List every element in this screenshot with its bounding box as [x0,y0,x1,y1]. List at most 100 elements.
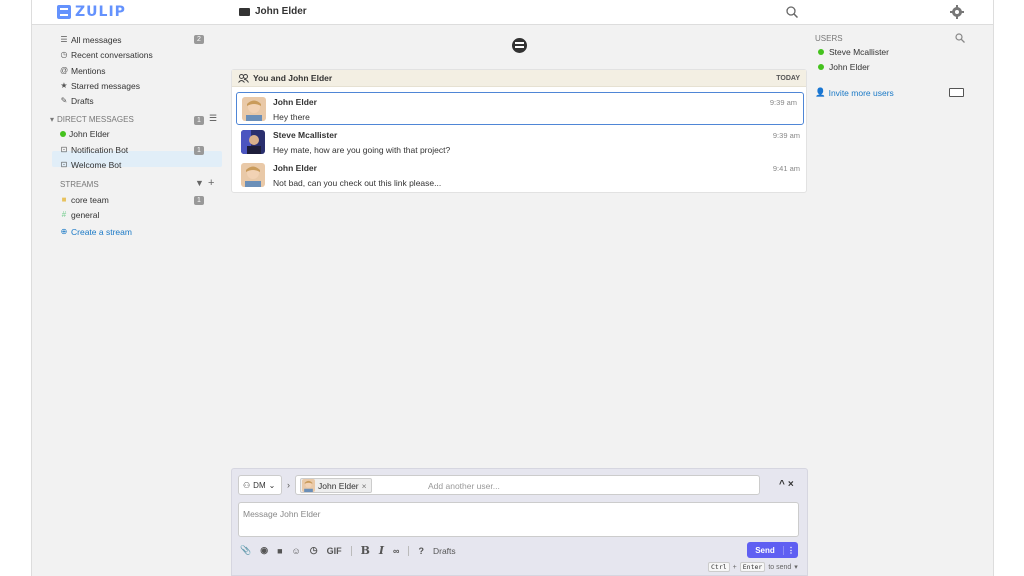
key-enter: Enter [739,562,766,572]
users-icon: ⚇ [243,480,251,490]
dm-label: Welcome Bot [71,160,122,170]
narrow-title: John Elder [239,6,307,17]
sender-name[interactable]: Steve Mcallister [273,130,337,140]
streams-header[interactable]: STREAMS [60,180,99,189]
help-icon[interactable]: ? [418,546,424,556]
invite-label: Invite more users [828,87,894,98]
close-icon[interactable]: × [788,479,797,490]
video-call-icon[interactable]: ■ [277,546,282,556]
compose-toolbar: 📎 ◉ ■ ☺ ◷ GIF B I ∞ ? Drafts [240,544,456,557]
nav-mentions[interactable]: @ Mentions [60,64,106,78]
recipient-field[interactable]: John Elder × Add another user... [295,475,760,495]
pill-label: John Elder [318,480,359,491]
compose-type-dropdown[interactable]: ⚇ DM ⌄ [238,475,282,495]
gear-icon[interactable] [950,5,964,19]
bold-icon[interactable]: B [361,544,370,557]
hint-text: to send [768,563,792,571]
compose-controls: ^× [779,479,797,490]
pencil-icon: ✎ [60,96,68,105]
nav-label: Mentions [71,66,106,76]
send-hint[interactable]: Ctrl + Enter to send ▾ [708,562,798,572]
create-stream-label: Create a stream [71,227,132,237]
create-stream-link[interactable]: ⊕ Create a stream [60,225,132,239]
clock-icon: ◷ [60,50,68,59]
dm-label: John Elder [69,129,110,139]
caret-down-icon: ▾ [50,115,55,124]
recipient-pill[interactable]: John Elder × [300,478,372,493]
all-messages-icon: ☰ [60,35,68,44]
dm-badge: 1 [194,146,204,155]
message-row[interactable]: John Elder Not bad, can you check out th… [232,159,806,192]
chevron-right-icon: › [287,480,290,490]
keyboard-shortcuts-icon[interactable] [949,88,964,97]
nav-label: All messages [71,35,122,45]
dm-label: Notification Bot [71,145,129,155]
divider [408,545,410,556]
nav-starred-messages[interactable]: ★ Starred messages [60,79,140,93]
at-icon: @ [60,66,69,75]
preview-icon[interactable]: ◉ [260,545,268,556]
add-user-input[interactable]: Add another user... [428,481,500,491]
message-placeholder: Message John Elder [243,509,321,519]
message-time[interactable]: 9:39 am [770,98,797,107]
user-search-icon[interactable] [955,33,965,43]
nav-label: Starred messages [71,81,140,91]
stream-general[interactable]: # general [60,208,100,222]
recipient-bar[interactable]: You and John Elder TODAY [232,70,806,87]
top-navbar: ZULIP John Elder [32,0,993,25]
stream-label: core team [71,195,109,205]
invite-users-link[interactable]: 👤 Invite more users [815,87,894,98]
nav-all-messages[interactable]: ☰ All messages [60,33,122,47]
message-row[interactable]: John Elder Hey there 9:39 am [236,92,804,125]
message-content: Hey there [273,112,310,122]
zulip-logo-icon [57,5,71,19]
nav-label: Drafts [71,96,94,106]
message-time[interactable]: 9:41 am [773,164,800,173]
filter-icon[interactable]: ▼ [195,178,204,188]
recent-topics-icon[interactable] [512,38,527,53]
emoji-icon[interactable]: ☺ [292,546,301,556]
nav-recent-conversations[interactable]: ◷ Recent conversations [60,48,153,62]
italic-icon[interactable]: I [379,544,384,557]
gif-button[interactable]: GIF [327,546,342,556]
user-list-item[interactable]: Steve Mcallister [818,47,889,57]
link-icon[interactable]: ∞ [393,546,399,556]
key-ctrl: Ctrl [708,562,730,572]
users-section-label: USERS [815,34,843,43]
message-time[interactable]: 9:39 am [773,131,800,140]
close-icon[interactable]: × [362,481,367,491]
dm-john-elder[interactable]: John Elder [60,127,110,141]
avatar[interactable] [242,97,266,121]
attach-file-icon[interactable]: 📎 [240,545,251,556]
avatar[interactable] [241,163,265,187]
send-button[interactable]: Send ⋮ [747,542,798,558]
bot-icon: ⊡ [60,160,68,169]
add-stream-icon[interactable]: + [208,177,214,189]
search-icon[interactable] [786,6,798,18]
dm-list-icon[interactable]: ☰ [209,113,217,124]
dm-section-header[interactable]: ▾ DIRECT MESSAGES [50,115,134,124]
expand-icon[interactable]: ^ [779,479,788,490]
drafts-button[interactable]: Drafts [433,546,456,556]
timestamp-icon[interactable]: ◷ [310,545,318,556]
dm-notification-bot[interactable]: ⊡ Notification Bot [60,143,129,157]
bot-icon: ⊡ [60,145,68,154]
zulip-logo[interactable]: ZULIP [57,4,126,20]
unread-badge: 2 [194,35,204,44]
envelope-icon [239,7,250,16]
chevron-down-icon: ⌄ [268,480,276,490]
send-label: Send [755,545,775,555]
stream-core-team[interactable]: ■ core team [60,193,109,207]
message-textarea[interactable]: Message John Elder [238,502,799,537]
user-list-item[interactable]: John Elder [818,62,870,72]
sender-name[interactable]: John Elder [273,163,317,173]
message-content: Not bad, can you check out this link ple… [273,178,442,188]
sender-name[interactable]: John Elder [273,97,317,107]
streams-label: STREAMS [60,180,99,189]
avatar[interactable] [241,130,265,154]
nav-drafts[interactable]: ✎ Drafts [60,94,94,108]
dm-section-label: DIRECT MESSAGES [57,115,134,124]
send-options-icon[interactable]: ⋮ [783,545,798,555]
dm-welcome-bot[interactable]: ⊡ Welcome Bot [60,158,122,172]
message-row[interactable]: Steve Mcallister Hey mate, how are you g… [232,126,806,159]
